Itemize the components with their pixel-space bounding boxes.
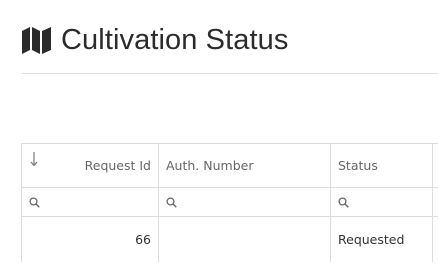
cultivation-status-grid: Request Id Auth. Number Status 66 Reques… [21, 143, 438, 262]
title-divider [22, 73, 438, 74]
cell-request-id: 66 [22, 217, 159, 262]
column-header-label: Request Id [84, 158, 151, 173]
cell-auth-number [159, 217, 331, 262]
page-title: Cultivation Status [61, 24, 289, 56]
column-header-label: Auth. Number [166, 158, 254, 173]
page-header: Cultivation Status [22, 22, 288, 58]
cell-overflow [433, 217, 438, 262]
column-header-status[interactable]: Status [331, 144, 433, 188]
sort-descending-icon[interactable] [29, 151, 39, 167]
search-icon[interactable] [338, 196, 349, 208]
column-header-auth-number[interactable]: Auth. Number [159, 144, 331, 188]
filter-cell-overflow [433, 188, 438, 217]
column-header-label: Status [338, 158, 378, 173]
filter-cell-request-id[interactable] [22, 188, 159, 217]
column-header-overflow [433, 144, 438, 188]
column-header-request-id[interactable]: Request Id [22, 144, 159, 188]
search-icon[interactable] [29, 196, 40, 208]
grid-filter-row [22, 188, 438, 217]
grid-header-row: Request Id Auth. Number Status [22, 144, 438, 188]
filter-cell-status[interactable] [331, 188, 433, 217]
table-row[interactable]: 66 Requested [22, 217, 438, 262]
map-icon [22, 26, 51, 54]
search-icon[interactable] [166, 196, 177, 208]
cell-status: Requested [331, 217, 433, 262]
filter-cell-auth-number[interactable] [159, 188, 331, 217]
